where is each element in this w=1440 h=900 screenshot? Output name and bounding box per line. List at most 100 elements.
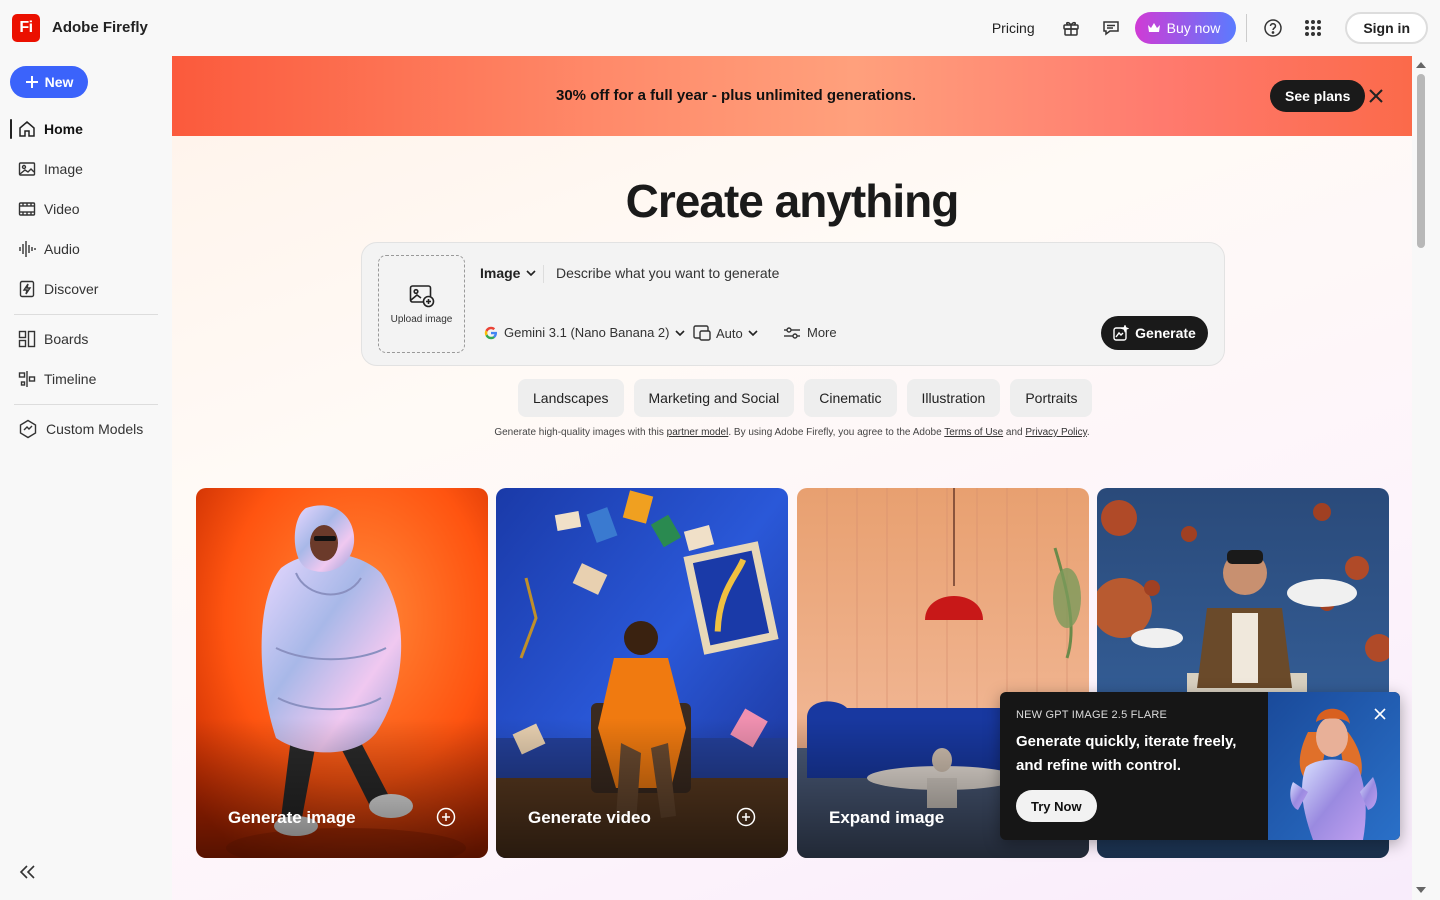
see-plans-button[interactable]: See plans (1270, 80, 1366, 112)
audio-icon (19, 241, 36, 257)
sidebar-item-timeline[interactable]: Timeline (14, 363, 158, 395)
apps-grid-icon[interactable] (1297, 12, 1329, 44)
prompt-input[interactable]: Describe what you want to generate (556, 265, 779, 281)
sidebar-item-boards[interactable]: Boards (14, 323, 158, 355)
upload-image-button[interactable]: Upload image (378, 255, 465, 353)
generate-button[interactable]: Generate (1101, 316, 1208, 350)
sidebar-item-label: Audio (44, 241, 80, 257)
chat-icon[interactable] (1095, 12, 1127, 44)
style-chips: Landscapes Marketing and Social Cinemati… (518, 379, 1093, 417)
close-icon[interactable] (1372, 706, 1388, 722)
disclaimer: Generate high-quality images with this p… (172, 427, 1412, 438)
sidebar-item-custom-models[interactable]: Custom Models (14, 413, 158, 445)
divider (1246, 14, 1248, 42)
chevron-down-icon (748, 330, 758, 336)
scroll-up-arrow-icon[interactable] (1415, 60, 1427, 70)
terms-of-use-link[interactable]: Terms of Use (944, 427, 1003, 438)
card-label: Generate video (528, 808, 651, 827)
sidebar-item-label: Image (44, 161, 83, 177)
close-icon[interactable] (1366, 86, 1386, 106)
help-icon[interactable] (1257, 12, 1289, 44)
try-now-button[interactable]: Try Now (1016, 790, 1097, 822)
custom-models-icon (19, 419, 37, 439)
aspect-ratio-icon (693, 325, 711, 341)
new-button[interactable]: New (10, 66, 88, 98)
buy-now-label: Buy now (1166, 20, 1221, 36)
card-label: Generate image (228, 808, 356, 827)
sidebar-item-image[interactable]: Image (14, 153, 158, 185)
add-circle-icon[interactable] (736, 807, 756, 827)
top-bar: Fi Adobe Firefly Pricing Buy now Sign in (0, 0, 1440, 56)
plus-icon (25, 76, 38, 88)
card-generate-image[interactable]: Generate image (196, 488, 488, 858)
toast-title: Generate quickly, iterate freely, and re… (1016, 733, 1237, 774)
timeline-icon (18, 371, 36, 387)
sidebar-item-label: Discover (44, 281, 99, 297)
disclaimer-text: Generate high-quality images with this (494, 427, 667, 438)
sidebar-item-label: Boards (44, 331, 89, 347)
sidebar-item-label: Home (44, 121, 83, 137)
crown-icon (1147, 23, 1160, 32)
collapse-sidebar-icon[interactable] (16, 860, 40, 884)
more-settings-button[interactable]: More (783, 325, 837, 340)
disclaimer-text: . By using Adobe Firefly, you agree to t… (728, 427, 945, 438)
video-icon (18, 202, 36, 216)
discover-icon (19, 280, 35, 298)
chip-landscapes[interactable]: Landscapes (518, 379, 624, 417)
boards-icon (18, 330, 36, 348)
sidebar-divider (14, 314, 158, 315)
sidebar-item-discover[interactable]: Discover (14, 273, 158, 305)
sign-in-button[interactable]: Sign in (1345, 12, 1428, 44)
prompt-panel: Upload image Image Describe what you wan… (361, 242, 1225, 366)
chip-illustration[interactable]: Illustration (906, 379, 1001, 417)
generate-label: Generate (1135, 325, 1196, 341)
promo-text: 30% off for a full year - plus unlimited… (556, 87, 917, 104)
privacy-policy-link[interactable]: Privacy Policy (1025, 427, 1087, 438)
card-label: Expand image (829, 808, 945, 827)
chevron-down-icon (526, 270, 537, 276)
firefly-logo[interactable]: Fi (12, 14, 40, 42)
aspect-ratio-dropdown[interactable]: Auto (693, 325, 758, 341)
sidebar: New Home Image Video Audio Discover Boar… (0, 56, 172, 900)
new-label: New (44, 74, 74, 90)
chevron-down-icon (675, 329, 686, 336)
top-nav: Pricing Buy now Sign in (992, 12, 1428, 44)
sidebar-divider (14, 404, 158, 405)
google-icon (484, 326, 497, 339)
disclaimer-text: . (1086, 427, 1090, 438)
sidebar-item-label: Video (44, 201, 80, 217)
pricing-link[interactable]: Pricing (992, 20, 1035, 36)
scrollbar-thumb[interactable] (1417, 74, 1425, 248)
mode-dropdown[interactable]: Image (480, 265, 537, 281)
toast-eyebrow: NEW GPT IMAGE 2.5 FLARE (1016, 709, 1168, 721)
card-generate-video[interactable]: Generate video (496, 488, 788, 858)
sidebar-item-label: Timeline (44, 371, 97, 387)
gift-icon[interactable] (1055, 12, 1087, 44)
model-dropdown[interactable]: Gemini 3.1 (Nano Banana 2) (484, 325, 686, 340)
chip-portraits[interactable]: Portraits (1010, 379, 1093, 417)
sidebar-item-video[interactable]: Video (14, 193, 158, 225)
sidebar-item-home[interactable]: Home (10, 113, 158, 145)
promo-toast: NEW GPT IMAGE 2.5 FLARE Generate quickly… (1000, 692, 1400, 840)
upload-image-label: Upload image (390, 313, 453, 325)
partner-model-link[interactable]: partner model (667, 427, 729, 438)
sidebar-item-label: Custom Models (46, 421, 144, 437)
home-icon (19, 121, 35, 137)
card-overlay (196, 718, 488, 858)
app-title[interactable]: Adobe Firefly (52, 19, 148, 36)
divider (543, 265, 544, 283)
mode-label: Image (480, 265, 521, 281)
promo-banner: 30% off for a full year - plus unlimited… (172, 56, 1412, 136)
main-content: 30% off for a full year - plus unlimited… (172, 56, 1412, 900)
chip-marketing-and-social[interactable]: Marketing and Social (633, 379, 795, 417)
chip-cinematic[interactable]: Cinematic (804, 379, 897, 417)
sidebar-item-audio[interactable]: Audio (14, 233, 158, 265)
scrollbar[interactable] (1412, 56, 1440, 900)
add-circle-icon[interactable] (436, 807, 456, 827)
more-label: More (807, 325, 837, 340)
disclaimer-text: and (1003, 427, 1026, 438)
scroll-down-arrow-icon[interactable] (1415, 885, 1427, 895)
buy-now-button[interactable]: Buy now (1134, 12, 1237, 44)
image-add-icon (409, 284, 434, 307)
model-label: Gemini 3.1 (Nano Banana 2) (504, 325, 670, 340)
